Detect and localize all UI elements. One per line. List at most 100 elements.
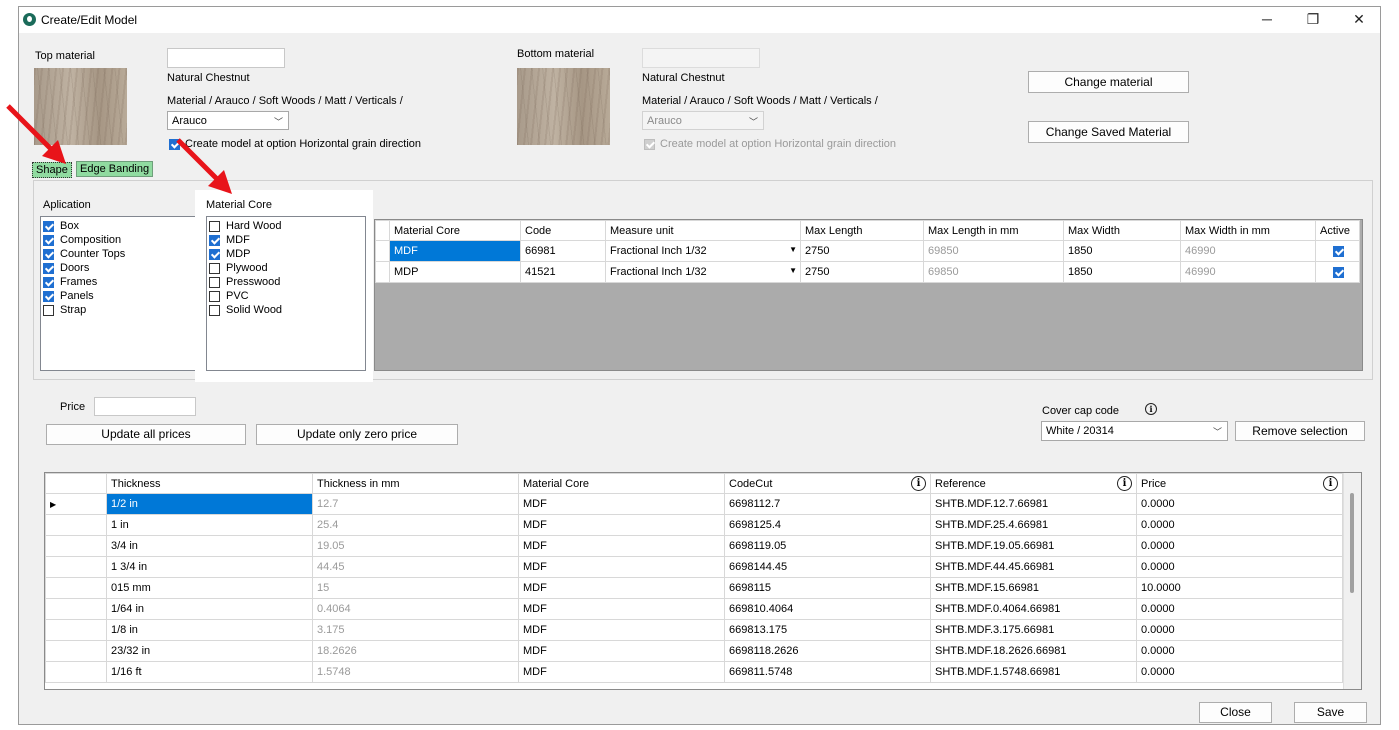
application-checkbox[interactable] (43, 235, 54, 246)
core-cell[interactable]: MDF (518, 556, 725, 578)
column-header[interactable]: Thickness in mm (312, 473, 519, 494)
code-cell[interactable]: 66981 (520, 240, 606, 262)
row-header-cell[interactable] (375, 240, 390, 262)
row-header-cell[interactable] (45, 556, 107, 578)
codecut-cell[interactable]: 6698125.4 (724, 514, 931, 536)
material-core-checkbox[interactable] (209, 249, 220, 260)
codecut-cell[interactable]: 6698112.7 (724, 493, 931, 515)
core-cell[interactable]: MDF (518, 598, 725, 620)
close-button[interactable]: Close (1199, 702, 1272, 723)
reference-cell[interactable]: SHTB.MDF.44.45.66981 (930, 556, 1137, 578)
row-header-cell[interactable] (375, 261, 390, 283)
code-cell[interactable]: 41521 (520, 261, 606, 283)
column-header[interactable]: Active (1315, 220, 1360, 241)
reference-cell[interactable]: SHTB.MDF.15.66981 (930, 577, 1137, 599)
row-header-cell[interactable] (45, 661, 107, 683)
column-header[interactable]: Code (520, 220, 606, 241)
application-checkbox[interactable] (43, 263, 54, 274)
save-button[interactable]: Save (1294, 702, 1367, 723)
codecut-cell[interactable]: 6698118.2626 (724, 640, 931, 662)
max-width-cell[interactable]: 1850 (1063, 240, 1181, 262)
thickness-cell[interactable]: 1/2 in (106, 493, 313, 515)
top-material-brand-select[interactable]: Arauco ﹀ (167, 111, 289, 130)
column-header-reference[interactable]: Reference i (930, 473, 1137, 494)
thickness-cell[interactable]: 23/32 in (106, 640, 313, 662)
core-cell[interactable]: MDF (518, 514, 725, 536)
table-row[interactable]: 1/8 in 3.175 MDF 669813.175 SHTB.MDF.3.1… (45, 619, 1343, 641)
application-checkbox[interactable] (43, 249, 54, 260)
codecut-cell[interactable]: 6698115 (724, 577, 931, 599)
thickness-cell[interactable]: 1 3/4 in (106, 556, 313, 578)
update-zero-price-button[interactable]: Update only zero price (256, 424, 458, 445)
price-cell[interactable]: 0.0000 (1136, 619, 1343, 641)
thickness-cell[interactable]: 015 mm (106, 577, 313, 599)
price-cell[interactable]: 0.0000 (1136, 556, 1343, 578)
table-row[interactable]: 3/4 in 19.05 MDF 6698119.05 SHTB.MDF.19.… (45, 535, 1343, 557)
active-checkbox[interactable] (1333, 246, 1344, 257)
table-row[interactable]: 1 3/4 in 44.45 MDF 6698144.45 SHTB.MDF.4… (45, 556, 1343, 578)
reference-cell[interactable]: SHTB.MDF.19.05.66981 (930, 535, 1137, 557)
row-header-cell[interactable] (45, 577, 107, 599)
material-core-checkbox[interactable] (209, 291, 220, 302)
cover-cap-select[interactable]: White / 20314 ﹀ (1041, 421, 1228, 441)
core-cell[interactable]: MDF (518, 493, 725, 515)
material-core-checkbox[interactable] (209, 305, 220, 316)
table-row[interactable]: 1/64 in 0.4064 MDF 669810.4064 SHTB.MDF.… (45, 598, 1343, 620)
codecut-cell[interactable]: 6698144.45 (724, 556, 931, 578)
application-checkbox[interactable] (43, 291, 54, 302)
row-header-cell[interactable] (45, 535, 107, 557)
max-length-cell[interactable]: 2750 (800, 261, 924, 283)
application-checkbox[interactable] (43, 277, 54, 288)
table-row[interactable]: 015 mm 15 MDF 6698115 SHTB.MDF.15.66981 … (45, 577, 1343, 599)
application-list[interactable]: Box Composition Counter Tops Doors Frame… (40, 216, 200, 371)
codecut-cell[interactable]: 669811.5748 (724, 661, 931, 683)
codecut-cell[interactable]: 669810.4064 (724, 598, 931, 620)
row-header-cell[interactable]: ▶ (45, 493, 107, 515)
thickness-cell[interactable]: 3/4 in (106, 535, 313, 557)
core-cell[interactable]: MDF (389, 240, 521, 262)
active-checkbox[interactable] (1333, 267, 1344, 278)
vertical-scrollbar[interactable] (1343, 473, 1361, 689)
top-horizontal-grain-checkbox[interactable] (169, 139, 180, 150)
info-icon[interactable]: i (1323, 476, 1338, 491)
minimize-button[interactable]: ─ (1244, 7, 1290, 33)
active-cell[interactable] (1315, 240, 1360, 262)
core-cell[interactable]: MDF (518, 661, 725, 683)
column-header[interactable]: Max Width (1063, 220, 1181, 241)
tab-edge-banding[interactable]: Edge Banding (76, 161, 154, 177)
update-all-prices-button[interactable]: Update all prices (46, 424, 246, 445)
remove-selection-button[interactable]: Remove selection (1235, 421, 1365, 441)
scrollbar-thumb[interactable] (1350, 493, 1354, 593)
price-cell[interactable]: 0.0000 (1136, 661, 1343, 683)
dropdown-arrow-icon[interactable]: ▼ (789, 245, 797, 254)
thickness-cell[interactable]: 1/8 in (106, 619, 313, 641)
column-header-codecut[interactable]: CodeCut i (724, 473, 931, 494)
change-material-button[interactable]: Change material (1028, 71, 1189, 93)
price-cell[interactable]: 0.0000 (1136, 535, 1343, 557)
info-icon[interactable]: i (911, 476, 926, 491)
core-cell[interactable]: MDF (518, 535, 725, 557)
measure-unit-cell[interactable]: Fractional Inch 1/32 ▼ (605, 240, 801, 262)
core-cell[interactable]: MDP (389, 261, 521, 283)
thickness-cell[interactable]: 1 in (106, 514, 313, 536)
material-core-checkbox[interactable] (209, 235, 220, 246)
material-core-checkbox[interactable] (209, 277, 220, 288)
application-checkbox[interactable] (43, 221, 54, 232)
column-header[interactable]: Material Core (518, 473, 725, 494)
close-window-button[interactable]: ✕ (1336, 7, 1380, 33)
tab-shape[interactable]: Shape (32, 162, 72, 178)
table-row[interactable]: ▶ 1/2 in 12.7 MDF 6698112.7 SHTB.MDF.12.… (45, 493, 1343, 515)
core-cell[interactable]: MDF (518, 577, 725, 599)
price-cell[interactable]: 0.0000 (1136, 493, 1343, 515)
reference-cell[interactable]: SHTB.MDF.18.2626.66981 (930, 640, 1137, 662)
row-header-cell[interactable] (45, 514, 107, 536)
row-header-cell[interactable] (45, 640, 107, 662)
core-cell[interactable]: MDF (518, 640, 725, 662)
column-header[interactable]: Max Width in mm (1180, 220, 1316, 241)
price-input[interactable] (94, 397, 196, 416)
price-cell[interactable]: 0.0000 (1136, 598, 1343, 620)
column-header[interactable]: Max Length in mm (923, 220, 1064, 241)
table-row[interactable]: MDF 66981 Fractional Inch 1/32 ▼ 2750 698… (375, 240, 1360, 262)
reference-cell[interactable]: SHTB.MDF.1.5748.66981 (930, 661, 1137, 683)
change-saved-material-button[interactable]: Change Saved Material (1028, 121, 1189, 143)
